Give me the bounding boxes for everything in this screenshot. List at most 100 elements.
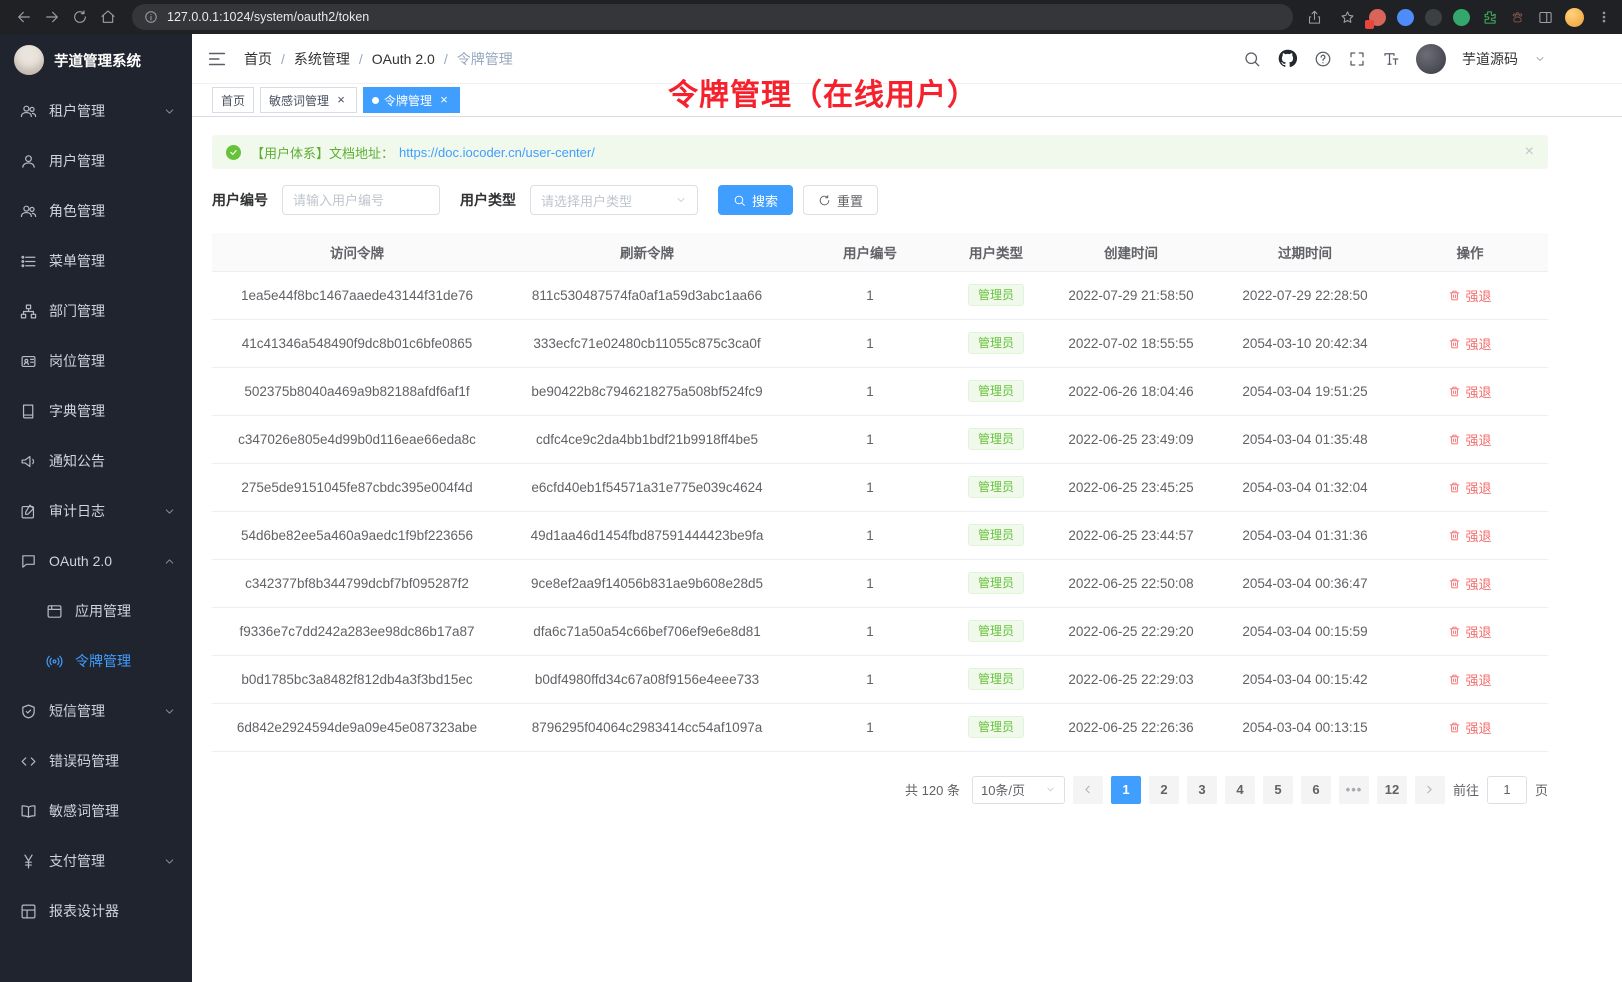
- user-type-select[interactable]: 请选择用户类型: [530, 185, 698, 215]
- logo-avatar: [14, 45, 44, 75]
- sidebar-item-tenant[interactable]: 租户管理: [0, 86, 192, 136]
- sidebar-item-report-designer[interactable]: 报表设计器: [0, 886, 192, 936]
- share-icon[interactable]: [1303, 3, 1325, 31]
- doc-link[interactable]: https://doc.iocoder.cn/user-center/: [399, 145, 595, 160]
- col-create-time: 创建时间: [1044, 233, 1218, 271]
- sidebar-item-role[interactable]: 角色管理: [0, 186, 192, 236]
- search-icon[interactable]: [1243, 50, 1261, 68]
- browser-profile-avatar[interactable]: [1565, 8, 1584, 27]
- force-logout-button[interactable]: 强退: [1448, 526, 1491, 545]
- force-logout-button[interactable]: 强退: [1448, 670, 1491, 689]
- font-size-icon[interactable]: [1382, 50, 1400, 68]
- sidebar-item-dict[interactable]: 字典管理: [0, 386, 192, 436]
- success-check-icon: [226, 145, 241, 160]
- side-panel-icon[interactable]: [1537, 9, 1554, 26]
- extension-green-icon[interactable]: [1453, 9, 1470, 26]
- sidebar-item-oauth2-app[interactable]: 应用管理: [0, 586, 192, 636]
- actions-cell: 强退: [1392, 415, 1548, 463]
- sidebar-item-oauth2[interactable]: OAuth 2.0: [0, 536, 192, 586]
- tab-sensitive-word[interactable]: 敏感词管理 ×: [260, 87, 357, 113]
- extension-blue-icon[interactable]: [1397, 9, 1414, 26]
- user-id-input[interactable]: [282, 185, 440, 215]
- site-info-icon[interactable]: [144, 10, 158, 24]
- page-button[interactable]: 5: [1263, 776, 1293, 804]
- search-button[interactable]: 搜索: [718, 185, 793, 215]
- create-time-cell: 2022-07-02 18:55:55: [1044, 319, 1218, 367]
- forward-button[interactable]: [38, 3, 66, 31]
- user-type-badge: 管理员: [968, 284, 1024, 306]
- trash-icon: [1448, 673, 1461, 686]
- force-logout-button[interactable]: 强退: [1448, 574, 1491, 593]
- extension-puzzle-icon[interactable]: [1481, 9, 1498, 26]
- sidebar-item-error-code[interactable]: 错误码管理: [0, 736, 192, 786]
- expire-time-cell: 2054-03-04 00:15:59: [1218, 607, 1392, 655]
- sidebar-item-oauth2-token[interactable]: 令牌管理: [0, 636, 192, 686]
- fullscreen-icon[interactable]: [1348, 50, 1366, 68]
- user-type-badge: 管理员: [968, 476, 1024, 498]
- page-button[interactable]: 3: [1187, 776, 1217, 804]
- search-icon: [733, 194, 746, 207]
- refresh-token-cell: dfa6c71a50a54c66bef706ef9e6e8d81: [502, 607, 792, 655]
- sidebar-item-audit-log[interactable]: 审计日志: [0, 486, 192, 536]
- page-button[interactable]: 4: [1225, 776, 1255, 804]
- extension-red-icon[interactable]: [1369, 9, 1386, 26]
- more-pages-button[interactable]: •••: [1339, 776, 1369, 804]
- breadcrumb-home[interactable]: 首页: [244, 49, 272, 69]
- sidebar-item-user[interactable]: 用户管理: [0, 136, 192, 186]
- tab-home[interactable]: 首页: [212, 87, 254, 113]
- force-logout-button[interactable]: 强退: [1448, 382, 1491, 401]
- page-content: 【用户体系】文档地址： https://doc.iocoder.cn/user-…: [192, 117, 1622, 982]
- sidebar-item-pay[interactable]: 支付管理: [0, 836, 192, 886]
- chevron-down-icon: [1045, 784, 1056, 795]
- page-button[interactable]: 1: [1111, 776, 1141, 804]
- force-logout-button[interactable]: 强退: [1448, 622, 1491, 641]
- sidebar-item-sensitive-word[interactable]: 敏感词管理: [0, 786, 192, 836]
- sidebar-item-dept[interactable]: 部门管理: [0, 286, 192, 336]
- force-logout-button[interactable]: 强退: [1448, 718, 1491, 737]
- alert-close-icon[interactable]: ×: [1525, 144, 1534, 160]
- reload-button[interactable]: [66, 3, 94, 31]
- page-button[interactable]: 2: [1149, 776, 1179, 804]
- breadcrumb-current: 令牌管理: [457, 49, 513, 69]
- breadcrumb-oauth2[interactable]: OAuth 2.0: [372, 51, 435, 67]
- reset-button[interactable]: 重置: [803, 185, 878, 215]
- breadcrumb-system[interactable]: 系统管理: [294, 49, 350, 69]
- access-token-cell: 6d842e2924594de9a09e45e087323abe: [212, 703, 502, 751]
- bookmark-star-icon[interactable]: [1336, 3, 1358, 31]
- page-size-select[interactable]: 10条/页: [972, 776, 1065, 804]
- extension-dark-icon[interactable]: [1425, 9, 1442, 26]
- sidebar-item-label: 审计日志: [49, 501, 163, 521]
- prev-page-button[interactable]: [1073, 776, 1103, 804]
- sidebar-item-notice[interactable]: 通知公告: [0, 436, 192, 486]
- force-logout-button[interactable]: 强退: [1448, 334, 1491, 353]
- docs-question-icon[interactable]: [1314, 50, 1332, 68]
- sidebar-item-post[interactable]: 岗位管理: [0, 336, 192, 386]
- close-icon[interactable]: ×: [334, 93, 348, 107]
- tab-oauth2-token[interactable]: 令牌管理 ×: [363, 87, 460, 113]
- role-icon: [20, 203, 37, 220]
- sidebar-item-sms[interactable]: 短信管理: [0, 686, 192, 736]
- close-icon[interactable]: ×: [437, 93, 451, 107]
- tab-label: 敏感词管理: [269, 92, 329, 109]
- browser-menu-icon[interactable]: [1595, 9, 1612, 26]
- next-page-button[interactable]: [1415, 776, 1445, 804]
- page-button[interactable]: 6: [1301, 776, 1331, 804]
- header-tools: 芋道源码: [1243, 44, 1546, 74]
- actions-cell: 强退: [1392, 271, 1548, 319]
- caret-down-icon[interactable]: [1534, 53, 1546, 65]
- page-button[interactable]: 12: [1377, 776, 1407, 804]
- extension-paw-icon[interactable]: [1509, 9, 1526, 26]
- force-logout-button[interactable]: 强退: [1448, 478, 1491, 497]
- sidebar-item-menu[interactable]: 菜单管理: [0, 236, 192, 286]
- user-avatar[interactable]: [1416, 44, 1446, 74]
- url-bar[interactable]: 127.0.0.1:1024/system/oauth2/token: [132, 4, 1293, 30]
- github-icon[interactable]: [1277, 48, 1298, 69]
- user-type-badge: 管理员: [968, 380, 1024, 402]
- browser-toolbar-right: [1303, 3, 1612, 31]
- back-button[interactable]: [10, 3, 38, 31]
- force-logout-button[interactable]: 强退: [1448, 430, 1491, 449]
- goto-page-input[interactable]: [1487, 776, 1527, 804]
- home-button[interactable]: [94, 3, 122, 31]
- collapse-sidebar-icon[interactable]: [206, 48, 228, 70]
- force-logout-button[interactable]: 强退: [1448, 286, 1491, 305]
